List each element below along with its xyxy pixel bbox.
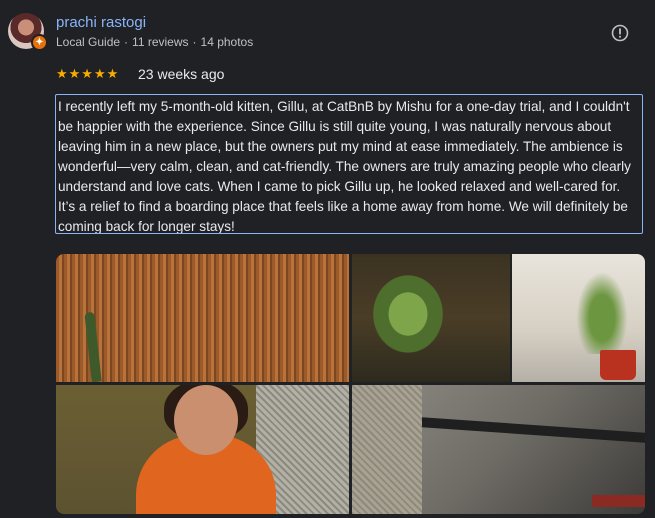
- review-photo[interactable]: [352, 254, 510, 382]
- reviewer-name[interactable]: prachi rastogi: [56, 14, 146, 31]
- avatar[interactable]: ✦: [8, 13, 48, 51]
- meta-separator: ·: [192, 35, 197, 49]
- reviewer-photo-count: 14 photos: [200, 35, 254, 49]
- review-photo[interactable]: [512, 254, 645, 382]
- plant-leaf: [84, 311, 102, 382]
- star-rating: ★★★★★: [56, 66, 120, 81]
- person-face: [174, 385, 238, 455]
- plant: [372, 274, 462, 374]
- cage-frame: [422, 417, 645, 443]
- review-photo[interactable]: [56, 254, 349, 382]
- reviewer-level: Local Guide: [56, 35, 121, 49]
- cage-mesh: [352, 385, 422, 514]
- shelf: [592, 495, 645, 507]
- plant-pot: [600, 350, 636, 380]
- reviewer-meta: Local Guide · 11 reviews · 14 photos: [56, 35, 253, 49]
- review-photo[interactable]: [352, 385, 645, 514]
- local-guide-badge-icon: ✦: [31, 34, 48, 51]
- review-date: 23 weeks ago: [138, 66, 225, 82]
- review-text: I recently left my 5-month-old kitten, G…: [55, 94, 643, 234]
- report-flag-icon[interactable]: [611, 24, 629, 42]
- review-photo-grid: [56, 254, 645, 514]
- plant: [572, 264, 632, 354]
- meta-separator: ·: [124, 35, 129, 49]
- review-photo[interactable]: [56, 385, 349, 514]
- reviewer-review-count: 11 reviews: [132, 35, 189, 49]
